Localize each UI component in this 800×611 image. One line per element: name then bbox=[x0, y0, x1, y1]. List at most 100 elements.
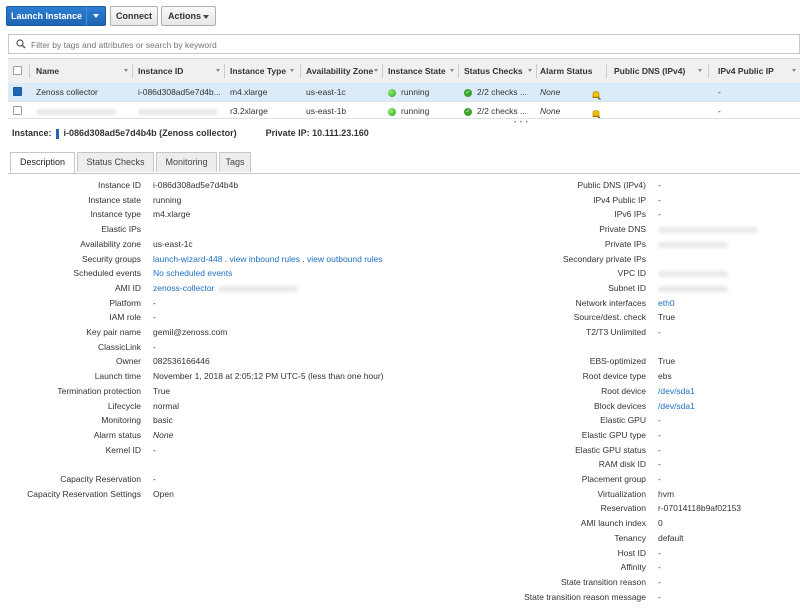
column-header-instance-state[interactable]: Instance State bbox=[384, 59, 458, 83]
tab-status-checks[interactable]: Status Checks bbox=[77, 152, 154, 172]
pane-resize-handle[interactable]: • • • bbox=[0, 118, 800, 126]
table-row[interactable]: r3.2xlarge us-east-1b running ✓ 2/2 check… bbox=[8, 102, 800, 119]
cell-alarm-status: None bbox=[540, 87, 561, 97]
column-header-instance-id[interactable]: Instance ID bbox=[134, 59, 224, 83]
detail-value[interactable]: /dev/sda1 bbox=[658, 401, 695, 411]
tab-description[interactable]: Description bbox=[10, 152, 75, 173]
chevron-down-icon bbox=[203, 15, 209, 19]
detail-label: AMI ID bbox=[115, 283, 141, 293]
detail-value: basic bbox=[153, 415, 173, 425]
detail-value[interactable]: zenoss-collector bbox=[153, 283, 299, 293]
column-header-instance-type[interactable]: Instance Type bbox=[226, 59, 298, 83]
sort-icon bbox=[528, 69, 532, 72]
separator: . bbox=[222, 254, 230, 264]
detail-label: Availability zone bbox=[80, 239, 141, 249]
select-all-checkbox[interactable] bbox=[13, 66, 22, 75]
detail-value: - bbox=[658, 592, 661, 602]
detail-label: Owner bbox=[115, 356, 141, 366]
column-header-ipv4-public-ip[interactable]: IPv4 Public IP bbox=[714, 59, 800, 83]
security-group-link[interactable]: launch-wizard-448 bbox=[153, 254, 222, 264]
column-header-alarm-status[interactable]: Alarm Status bbox=[536, 59, 606, 83]
description-panel: Instance ID i-086d308ad5e7d4b4b Instance s… bbox=[0, 176, 800, 611]
detail-value: - bbox=[658, 474, 661, 484]
view-outbound-rules-link[interactable]: view outbound rules bbox=[307, 254, 383, 264]
column-separator bbox=[29, 64, 30, 78]
instance-id-label: i-086d308ad5e7d4b4b (Zenoss collector) bbox=[63, 128, 237, 138]
detail-value[interactable]: launch-wizard-448 . view inbound rules .… bbox=[153, 254, 383, 264]
cell-ipv4-public-ip: - bbox=[718, 87, 721, 97]
detail-label: Key pair name bbox=[86, 327, 141, 337]
column-separator bbox=[708, 64, 709, 78]
column-header-label: Name bbox=[36, 66, 60, 76]
redacted-text bbox=[658, 270, 728, 277]
detail-label: Capacity Reservation Settings bbox=[27, 489, 141, 499]
detail-label: Termination protection bbox=[57, 386, 141, 396]
cell-alarm-action[interactable] bbox=[591, 83, 605, 101]
detail-value: True bbox=[658, 356, 676, 366]
launch-dropdown-button[interactable] bbox=[86, 6, 106, 26]
bell-icon bbox=[592, 90, 601, 100]
cell-instance-state: running bbox=[388, 83, 458, 101]
detail-value: normal bbox=[153, 401, 179, 411]
running-status-icon bbox=[388, 88, 396, 97]
detail-value: - bbox=[658, 562, 661, 572]
launch-instance-button[interactable]: Launch Instance bbox=[6, 6, 87, 26]
tab-tags[interactable]: Tags bbox=[219, 152, 251, 172]
detail-label: Virtualization bbox=[597, 489, 646, 499]
detail-value[interactable]: No scheduled events bbox=[153, 268, 232, 278]
detail-value[interactable]: /dev/sda1 bbox=[658, 386, 695, 396]
sort-icon bbox=[698, 69, 702, 72]
row-checkbox[interactable] bbox=[13, 87, 22, 96]
detail-value: default bbox=[658, 533, 684, 543]
table-row[interactable]: Zenoss collector i-086d308ad5e7d4b... m4… bbox=[8, 83, 800, 102]
column-separator bbox=[300, 64, 301, 78]
cell-name bbox=[36, 102, 130, 118]
running-status-icon bbox=[388, 107, 396, 116]
drag-handle-icon: • • • bbox=[514, 120, 529, 126]
column-header-label: Status Checks bbox=[464, 66, 523, 76]
detail-label: Instance type bbox=[90, 209, 141, 219]
column-header-public-dns[interactable]: Public DNS (IPv4) bbox=[610, 59, 706, 83]
cell-instance-id: i-086d308ad5e7d4b... bbox=[138, 87, 221, 97]
search-input[interactable] bbox=[29, 37, 733, 53]
detail-value: - bbox=[153, 445, 156, 455]
filter-search-bar[interactable] bbox=[8, 34, 800, 54]
sort-icon bbox=[450, 69, 454, 72]
actions-button[interactable]: Actions bbox=[161, 6, 216, 26]
detail-label: Lifecycle bbox=[107, 401, 141, 411]
cell-status-checks: ✓ 2/2 checks ... bbox=[464, 102, 536, 118]
column-header-label: Instance State bbox=[388, 66, 446, 76]
detail-label: IPv4 Public IP bbox=[593, 195, 646, 205]
detail-label: RAM disk ID bbox=[598, 459, 646, 469]
detail-value: November 1, 2018 at 2:05:12 PM UTC-5 (le… bbox=[153, 371, 384, 381]
detail-value: us-east-1c bbox=[153, 239, 193, 249]
cell-alarm-action[interactable] bbox=[591, 102, 605, 118]
view-inbound-rules-link[interactable]: view inbound rules bbox=[230, 254, 300, 264]
instance-prefix: Instance: bbox=[12, 128, 52, 138]
tab-monitoring[interactable]: Monitoring bbox=[156, 152, 217, 172]
sort-icon bbox=[792, 69, 796, 72]
cell-availability-zone: us-east-1c bbox=[306, 87, 346, 97]
cell-ipv4-public-ip: - bbox=[718, 106, 721, 116]
column-header-name[interactable]: Name bbox=[32, 59, 132, 83]
detail-value: - bbox=[153, 342, 156, 352]
detail-label: Private DNS bbox=[599, 224, 646, 234]
detail-label: State transition reason message bbox=[524, 592, 646, 602]
redacted-text bbox=[36, 108, 116, 115]
private-ip-label: Private IP: 10.111.23.160 bbox=[265, 128, 369, 138]
column-header-status-checks[interactable]: Status Checks bbox=[460, 59, 536, 83]
row-checkbox[interactable] bbox=[13, 106, 22, 115]
detail-label: Platform bbox=[109, 298, 141, 308]
column-header-availability-zone[interactable]: Availability Zone bbox=[302, 59, 382, 83]
detail-label: Network interfaces bbox=[575, 298, 646, 308]
detail-label: Elastic GPU status bbox=[575, 445, 646, 455]
detail-label: Instance state bbox=[88, 195, 141, 205]
sort-icon bbox=[216, 69, 220, 72]
column-header-label: Public DNS (IPv4) bbox=[614, 66, 686, 76]
detail-value: - bbox=[658, 459, 661, 469]
connect-button[interactable]: Connect bbox=[110, 6, 158, 26]
detail-value[interactable]: eth0 bbox=[658, 298, 675, 308]
redacted-text bbox=[218, 285, 299, 292]
cell-instance-type: r3.2xlarge bbox=[230, 106, 268, 116]
cell-instance-type: m4.xlarge bbox=[230, 87, 268, 97]
